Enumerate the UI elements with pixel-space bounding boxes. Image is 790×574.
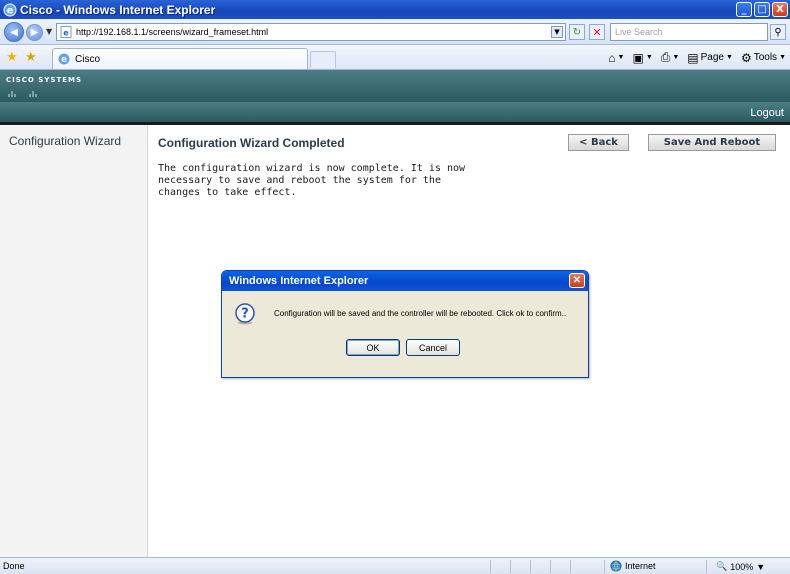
tab-toolbar: ★ ★ e Cisco ⌂ ▼ ▣ ▼ ⎙ ▼ ▤ Page ▼ ⚙ Tools ▼: [0, 45, 790, 70]
svg-text:?: ?: [241, 307, 249, 322]
status-divider: [706, 560, 707, 573]
page-icon: ▤: [687, 50, 699, 65]
search-input[interactable]: Live Search: [610, 23, 768, 41]
arrow-right-icon: ▶: [30, 27, 39, 38]
chevron-down-icon: ▼: [756, 561, 766, 572]
cisco-header: CISCO SYSTEMS Logout: [0, 70, 790, 122]
cancel-button[interactable]: Cancel: [406, 339, 460, 356]
new-tab-button[interactable]: [310, 51, 336, 68]
chevron-down-icon: ▼: [617, 54, 625, 61]
window-title: Cisco - Windows Internet Explorer: [20, 2, 216, 17]
maximize-button[interactable]: □: [754, 2, 770, 17]
address-url[interactable]: http://192.168.1.1/screens/wizard_frames…: [76, 27, 268, 37]
window-close-button[interactable]: X: [772, 2, 788, 17]
ok-button[interactable]: OK: [346, 339, 400, 356]
save-and-reboot-button[interactable]: Save And Reboot: [648, 134, 776, 151]
feeds-button[interactable]: ▣ ▼: [632, 51, 652, 65]
zoom-control[interactable]: 🔍 100% ▼: [716, 561, 765, 572]
svg-text:e: e: [63, 29, 69, 38]
cisco-menu-bar: [0, 102, 790, 122]
refresh-icon[interactable]: ↻: [569, 24, 585, 40]
page-menu-button[interactable]: ▤ Page ▼: [687, 51, 733, 65]
address-toolbar: ◀ ▶ ▼ e http://192.168.1.1/screens/wizar…: [0, 19, 790, 45]
tab-title: Cisco: [75, 53, 101, 65]
printer-icon: ⎙: [660, 50, 671, 64]
status-text: Done: [3, 561, 25, 571]
add-favorites-star-icon[interactable]: ★: [25, 50, 37, 65]
wizard-complete-description: The configuration wizard is now complete…: [158, 163, 466, 198]
status-divider: [510, 560, 511, 573]
forward-navigation-button[interactable]: ▶: [26, 24, 43, 41]
dialog-close-button[interactable]: ✕: [569, 273, 585, 288]
sidebar: Configuration Wizard: [0, 125, 148, 557]
dialog-title: Windows Internet Explorer: [229, 275, 369, 287]
chevron-down-icon: ▼: [726, 54, 733, 61]
chevron-down-icon: ▼: [645, 54, 653, 61]
print-button[interactable]: ⎙ ▼: [661, 50, 680, 65]
status-divider: [490, 560, 491, 573]
security-zone-label: Internet: [625, 561, 656, 571]
page-ie-icon: e: [60, 26, 72, 38]
favorites-star-icon[interactable]: ★: [6, 50, 18, 65]
gear-icon: ⚙: [740, 50, 752, 65]
ie-logo-icon: e: [3, 3, 17, 16]
confirm-dialog: Windows Internet Explorer ✕ ? Configurat…: [221, 270, 589, 378]
zoom-level: 100%: [730, 561, 754, 572]
security-zone: Internet: [610, 560, 656, 572]
minimize-button[interactable]: _: [736, 2, 752, 17]
status-divider: [570, 560, 571, 573]
back-navigation-button[interactable]: ◀: [4, 22, 24, 42]
address-bar[interactable]: e http://192.168.1.1/screens/wizard_fram…: [56, 23, 566, 41]
arrow-left-icon: ◀: [10, 26, 18, 38]
recent-pages-dropdown-icon[interactable]: ▼: [46, 27, 52, 36]
search-icon[interactable]: ⚲: [770, 24, 786, 40]
cisco-bridge-logo-icon: [8, 91, 37, 97]
command-bar: ⌂ ▼ ▣ ▼ ⎙ ▼ ▤ Page ▼ ⚙ Tools ▼: [608, 50, 786, 65]
home-icon: ⌂: [608, 50, 616, 65]
status-divider: [604, 560, 605, 573]
chevron-down-icon: ▼: [779, 54, 786, 61]
feeds-icon: ▣: [632, 50, 644, 65]
home-button[interactable]: ⌂ ▼: [608, 51, 624, 65]
tools-menu-label: Tools: [753, 52, 778, 63]
stop-icon[interactable]: ✕: [589, 24, 605, 40]
svg-text:e: e: [61, 55, 67, 65]
tools-menu-button[interactable]: ⚙ Tools ▼: [741, 51, 786, 65]
page-menu-label: Page: [700, 52, 724, 63]
status-divider: [530, 560, 531, 573]
window-titlebar: e Cisco - Windows Internet Explorer _ □ …: [0, 0, 790, 19]
cisco-logo: CISCO SYSTEMS: [6, 76, 83, 84]
status-divider: [550, 560, 551, 573]
tab-cisco[interactable]: e Cisco: [52, 48, 308, 69]
svg-text:e: e: [7, 5, 14, 16]
globe-icon: [610, 560, 622, 572]
status-bar: Done Internet 🔍 100% ▼: [0, 557, 790, 574]
chevron-down-icon: ▼: [672, 54, 680, 61]
question-icon: ?: [235, 303, 255, 325]
sidebar-title: Configuration Wizard: [9, 134, 122, 148]
zoom-magnifier-icon: 🔍: [716, 561, 728, 571]
address-dropdown-icon[interactable]: ▼: [551, 26, 563, 38]
dialog-titlebar: Windows Internet Explorer ✕: [222, 271, 588, 291]
logout-link[interactable]: Logout: [750, 107, 784, 119]
dialog-message: Configuration will be saved and the cont…: [274, 309, 567, 318]
back-button[interactable]: < Back: [568, 134, 629, 151]
page-title: Configuration Wizard Completed: [158, 136, 345, 150]
search-placeholder: Live Search: [615, 27, 663, 37]
page-ie-icon: e: [58, 53, 70, 65]
